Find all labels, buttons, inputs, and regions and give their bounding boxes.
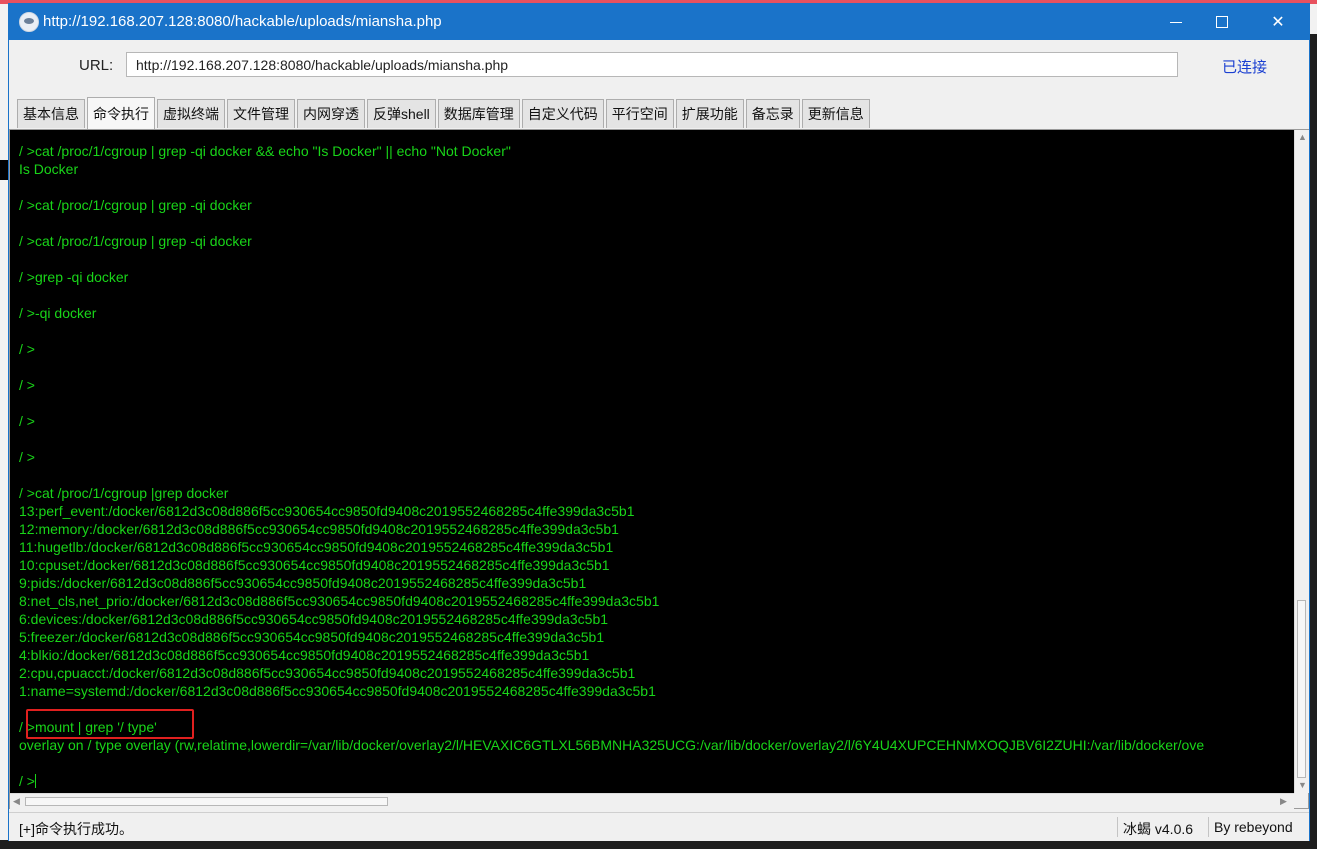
connection-status: 已连接 [1222,59,1268,76]
desktop-strip-left [0,4,9,849]
terminal-line: 12:memory:/docker/6812d3c08d886f5cc93065… [19,521,619,537]
terminal-line: 10:cpuset:/docker/6812d3c08d886f5cc93065… [19,557,610,573]
tab-virtual-terminal[interactable]: 虚拟终端 [157,99,225,128]
tab-command-exec[interactable]: 命令执行 [87,97,155,129]
terminal-panel: / >cat /proc/1/cgroup | grep -qi docker … [9,129,1309,809]
terminal-line: / >cat /proc/1/cgroup |grep docker [19,485,229,501]
terminal-line: 1:name=systemd:/docker/6812d3c08d886f5cc… [19,683,656,699]
horizontal-scrollbar[interactable]: ◀ ▶ [10,793,1294,809]
terminal-line: 5:freezer:/docker/6812d3c08d886f5cc93065… [19,629,605,645]
app-window: http://192.168.207.128:8080/hackable/upl… [9,4,1309,841]
tab-basic-info[interactable]: 基本信息 [17,99,85,128]
status-message: [+]命令执行成功。 [19,821,133,837]
status-separator [1208,817,1209,837]
behinder-app-icon [19,12,39,32]
window-title: http://192.168.207.128:8080/hackable/upl… [43,13,442,30]
terminal-line: 6:devices:/docker/6812d3c08d886f5cc93065… [19,611,609,627]
terminal-lines: / >cat /proc/1/cgroup | grep -qi docker … [19,142,1204,790]
status-author: By rebeyond [1214,819,1293,835]
terminal-line: 8:net_cls,net_prio:/docker/6812d3c08d886… [19,593,660,609]
scroll-corner [1294,793,1308,808]
tab-memo[interactable]: 备忘录 [745,99,800,128]
text-cursor [34,774,36,788]
terminal-output[interactable]: / >cat /proc/1/cgroup | grep -qi docker … [10,130,1294,793]
tab-parallel-space[interactable]: 平行空间 [605,99,674,128]
scroll-left-icon[interactable]: ◀ [13,796,20,807]
tab-intranet-tunnel[interactable]: 内网穿透 [297,99,365,128]
status-separator [1117,817,1118,837]
terminal-line: / > [19,449,35,465]
minimize-button[interactable] [1153,4,1199,40]
close-button[interactable]: ✕ [1255,4,1301,40]
terminal-line: 11:hugetlb:/docker/6812d3c08d886f5cc9306… [19,539,614,555]
terminal-line: 2:cpu,cpuacct:/docker/6812d3c08d886f5cc9… [19,665,636,681]
scroll-right-icon[interactable]: ▶ [1280,796,1287,807]
tab-bar: 基本信息 命令执行 虚拟终端 文件管理 内网穿透 反弹shell 数据库管理 自… [17,97,872,129]
terminal-line: / > [19,377,35,393]
terminal-line: Is Docker [19,161,79,177]
vertical-scrollbar[interactable]: ▲ ▼ [1294,130,1309,793]
terminal-line: / >grep -qi docker [19,269,129,285]
maximize-button[interactable] [1199,4,1245,40]
terminal-line: / >-qi docker [19,305,97,321]
terminal-line: 9:pids:/docker/6812d3c08d886f5cc930654cc… [19,575,587,591]
tab-update-info[interactable]: 更新信息 [801,99,870,128]
scroll-up-icon[interactable]: ▲ [1298,132,1307,142]
desktop-strip-right-top [1309,4,1317,34]
terminal-line: / > [19,413,35,429]
terminal-line: / >cat /proc/1/cgroup | grep -qi docker … [19,143,511,159]
close-icon: ✕ [1271,14,1285,31]
url-input[interactable] [126,52,1178,77]
desktop-strip-right [1309,4,1317,849]
terminal-line: / > [19,341,35,357]
highlight-box [26,709,194,739]
maximize-icon [1216,16,1228,28]
terminal-line: / >cat /proc/1/cgroup | grep -qi docker [19,197,252,213]
desktop-strip-bottom [0,840,1317,849]
url-label: URL: [79,57,114,74]
minimize-icon [1170,21,1182,23]
status-version: 冰蝎 v4.0.6 [1123,821,1194,837]
terminal-line: / > [19,773,36,789]
title-bar[interactable]: http://192.168.207.128:8080/hackable/upl… [9,4,1309,40]
tab-extensions[interactable]: 扩展功能 [675,99,744,128]
tab-file-manager[interactable]: 文件管理 [227,99,295,128]
vertical-scroll-thumb[interactable] [1297,600,1306,778]
terminal-line: overlay on / type overlay (rw,relatime,l… [19,737,1205,753]
tab-custom-code[interactable]: 自定义代码 [521,99,604,128]
scroll-down-icon[interactable]: ▼ [1298,780,1307,790]
terminal-line: / >cat /proc/1/cgroup | grep -qi docker [19,233,252,249]
desktop-strip-left-dark [0,160,9,180]
tab-database-manager[interactable]: 数据库管理 [437,99,520,128]
terminal-line: 4:blkio:/docker/6812d3c08d886f5cc930654c… [19,647,590,663]
horizontal-scroll-thumb[interactable] [25,797,388,806]
status-bar: [+]命令执行成功。 冰蝎 v4.0.6 By rebeyond [9,812,1309,841]
terminal-line: / >mount | grep '/ type' [19,719,157,735]
tab-reverse-shell[interactable]: 反弹shell [367,99,436,128]
terminal-line: 13:perf_event:/docker/6812d3c08d886f5cc9… [19,503,635,519]
